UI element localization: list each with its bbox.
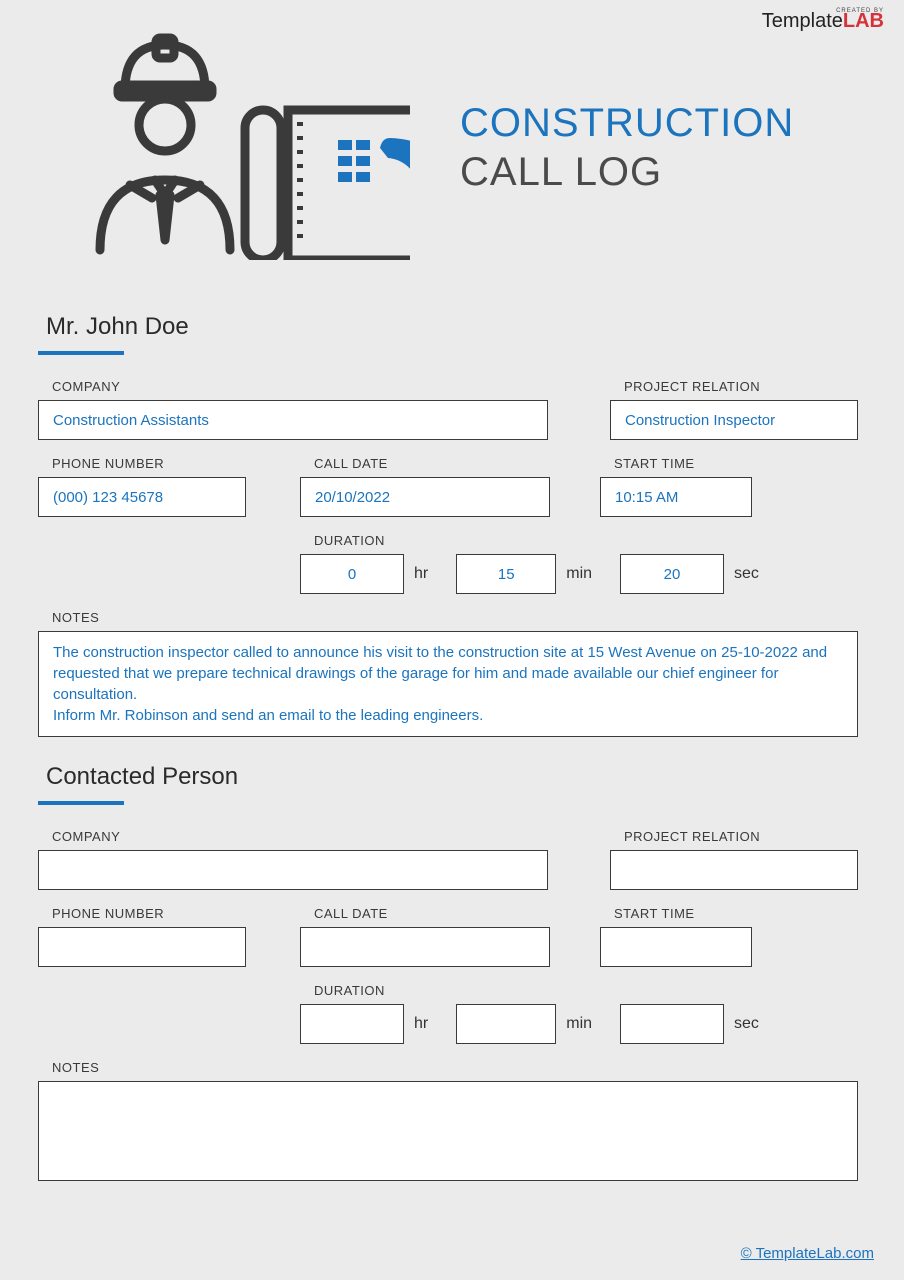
duration-hr-input[interactable]: 0 (300, 554, 404, 594)
call-date-label: CALL DATE (314, 906, 550, 921)
header: CONSTRUCTION CALL LOG (0, 0, 904, 285)
company-label: COMPANY (52, 829, 548, 844)
phone-label: PHONE NUMBER (52, 456, 246, 471)
duration-min-input[interactable] (456, 1004, 556, 1044)
notes-input[interactable]: The construction inspector called to ann… (38, 631, 858, 737)
min-unit: min (566, 1004, 592, 1044)
duration-sec-input[interactable] (620, 1004, 724, 1044)
footer-link[interactable]: © TemplateLab.com (741, 1245, 874, 1262)
project-relation-label: PROJECT RELATION (624, 829, 858, 844)
contact-name-1: Mr. John Doe (46, 313, 866, 341)
start-time-label: START TIME (614, 906, 752, 921)
section-underline (38, 801, 124, 805)
start-time-label: START TIME (614, 456, 752, 471)
min-unit: min (566, 554, 592, 594)
section-underline (38, 351, 124, 355)
brand-logo: CREATED BY TemplateLAB (762, 8, 884, 33)
start-time-input[interactable] (600, 927, 752, 967)
contact-name-2: Contacted Person (46, 763, 866, 791)
title-line-1: CONSTRUCTION (460, 101, 794, 146)
company-input[interactable]: Construction Assistants (38, 400, 548, 440)
project-relation-label: PROJECT RELATION (624, 379, 858, 394)
duration-hr-input[interactable] (300, 1004, 404, 1044)
notes-input[interactable] (38, 1081, 858, 1181)
phone-input[interactable] (38, 927, 246, 967)
call-date-label: CALL DATE (314, 456, 550, 471)
hr-unit: hr (414, 554, 428, 594)
construction-worker-phone-icon (70, 30, 410, 265)
duration-label: DURATION (314, 533, 759, 548)
project-relation-input[interactable] (610, 850, 858, 890)
notes-label: NOTES (52, 1060, 858, 1075)
duration-min-input[interactable]: 15 (456, 554, 556, 594)
phone-label: PHONE NUMBER (52, 906, 246, 921)
company-label: COMPANY (52, 379, 548, 394)
duration-label: DURATION (314, 983, 759, 998)
sec-unit: sec (734, 1004, 759, 1044)
company-input[interactable] (38, 850, 548, 890)
project-relation-input[interactable]: Construction Inspector (610, 400, 858, 440)
call-date-input[interactable] (300, 927, 550, 967)
notes-label: NOTES (52, 610, 858, 625)
start-time-input[interactable]: 10:15 AM (600, 477, 752, 517)
phone-input[interactable]: (000) 123 45678 (38, 477, 246, 517)
sec-unit: sec (734, 554, 759, 594)
call-date-input[interactable]: 20/10/2022 (300, 477, 550, 517)
hr-unit: hr (414, 1004, 428, 1044)
duration-sec-input[interactable]: 20 (620, 554, 724, 594)
title-line-2: CALL LOG (460, 150, 794, 195)
